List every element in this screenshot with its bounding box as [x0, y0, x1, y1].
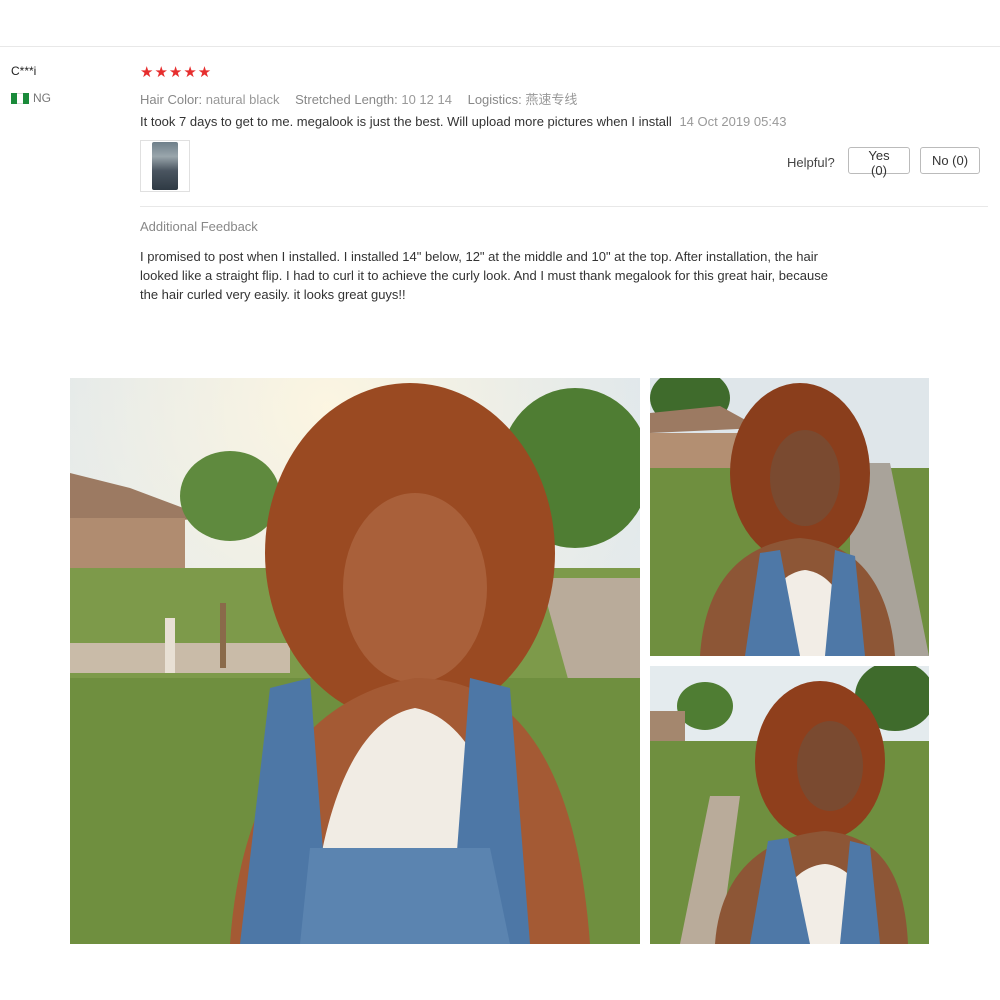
star-rating: ★★★★★ [140, 64, 213, 81]
helpful-yes-button[interactable]: Yes (0) [848, 147, 910, 178]
photo-bottom-right-image [650, 666, 929, 944]
reviewer-country: NG [11, 91, 51, 105]
helpful-label: Helpful? [787, 155, 835, 170]
top-divider [0, 46, 1000, 47]
additional-feedback-title: Additional Feedback [140, 219, 258, 234]
country-code: NG [33, 91, 51, 105]
photo-top-right-image [650, 378, 929, 656]
nigeria-flag-icon [11, 92, 29, 104]
attr-hair-color: Hair Color: natural black [140, 92, 280, 107]
photo-large-image [70, 378, 640, 944]
attr-stretched-length: Stretched Length: 10 12 14 [295, 92, 452, 107]
feedback-divider [140, 206, 988, 207]
review-photo-top-right[interactable] [650, 378, 929, 656]
review-date: 14 Oct 2019 05:43 [679, 114, 787, 129]
helpful-no-button[interactable]: No (0) [920, 147, 980, 174]
attr-logistics: Logistics: 燕速专线 [467, 92, 578, 107]
review-comment: It took 7 days to get to me. megalook is… [140, 114, 786, 129]
review-photo-large[interactable] [70, 378, 640, 944]
reviewer-name: C***i [11, 64, 37, 78]
review-photo-bottom-right[interactable] [650, 666, 929, 944]
product-attributes: Hair Color: natural black Stretched Leng… [140, 89, 589, 108]
thumbnail-image [152, 142, 178, 190]
comment-text: It took 7 days to get to me. megalook is… [140, 114, 672, 129]
review-photo-thumbnail[interactable] [140, 140, 190, 192]
additional-feedback-text: I promised to post when I installed. I i… [140, 249, 828, 302]
